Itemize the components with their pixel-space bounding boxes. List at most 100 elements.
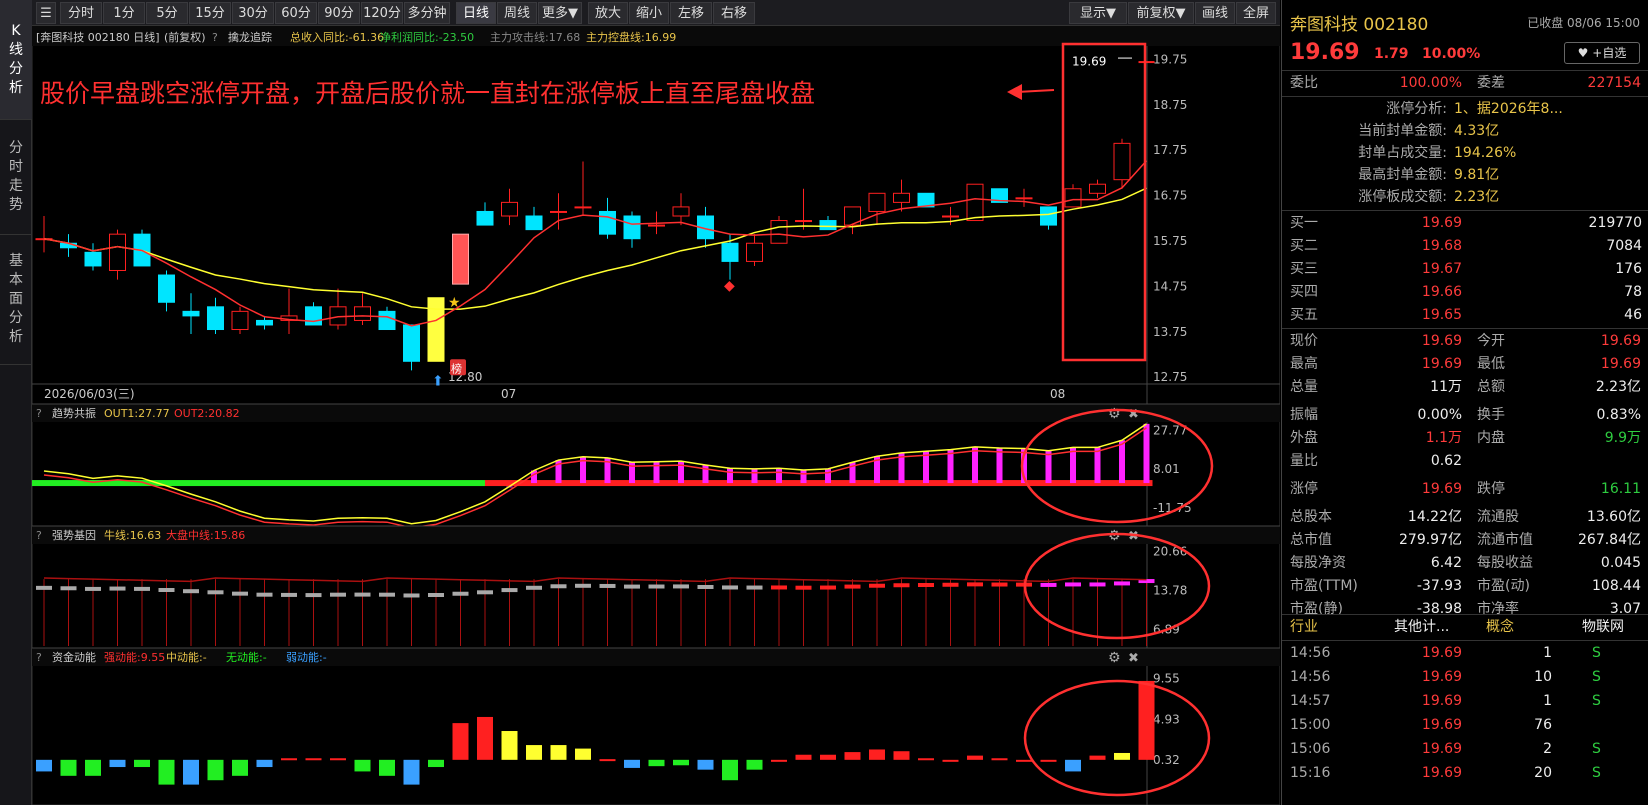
cell: 9.9万 bbox=[1604, 430, 1641, 446]
main-header-item: 主力攻击线:17.68 bbox=[490, 30, 580, 44]
cell: 0.00% bbox=[1417, 407, 1462, 423]
date-label: 2026/06/03(三) bbox=[44, 387, 135, 401]
sub2-bar bbox=[477, 590, 493, 595]
cell: 涨停 bbox=[1290, 481, 1318, 497]
candle-body bbox=[746, 242, 763, 262]
sub2-red-line bbox=[43, 577, 1147, 583]
candle-body bbox=[770, 220, 788, 244]
tab-char: 线 bbox=[9, 41, 23, 58]
sub2-label: 20.66 bbox=[1153, 545, 1187, 559]
sub3-header-item: 弱动能:- bbox=[286, 650, 327, 664]
cell: 19.68 bbox=[1421, 238, 1462, 254]
sub2-bar bbox=[256, 592, 273, 597]
cell: 外盘 bbox=[1290, 430, 1318, 446]
tab-char: 分 bbox=[9, 140, 23, 156]
toolbar-btn-8[interactable]: 多分钟 bbox=[404, 2, 450, 24]
main-header-item: 主力控盘线:16.99 bbox=[586, 30, 676, 44]
sub3-bar bbox=[893, 751, 910, 760]
annotation-arrowhead bbox=[1007, 84, 1022, 100]
toolbar-btn-9[interactable]: 日线 bbox=[456, 2, 496, 24]
candle-body bbox=[819, 220, 837, 231]
toolbar-btn-2[interactable]: 5分 bbox=[146, 2, 188, 24]
cell: 16.11 bbox=[1600, 481, 1641, 497]
side-tab-intraday[interactable]: 分时走势 bbox=[0, 120, 32, 235]
sub3-header-bg bbox=[32, 648, 1280, 666]
candle-body bbox=[501, 201, 518, 217]
toolbar-btn-15[interactable]: 右移 bbox=[713, 2, 755, 24]
sub3-bar bbox=[599, 759, 616, 762]
toolbar-btn-10[interactable]: 周线 bbox=[497, 2, 537, 24]
quote-title: 奔图科技 002180 bbox=[1290, 15, 1429, 35]
sidebar: K线分析 分时走势 基本面分析 bbox=[0, 0, 32, 805]
bid-row: 买二 19.68 7084 bbox=[1282, 235, 1648, 258]
toolbar-btn-1[interactable]: 1分 bbox=[103, 2, 145, 24]
main-header-item: ? bbox=[212, 31, 218, 44]
cell: -37.93 bbox=[1416, 578, 1462, 594]
sub2-bar bbox=[648, 584, 665, 589]
cell: 买四 bbox=[1290, 284, 1318, 300]
price-label: 12.75 bbox=[1153, 370, 1187, 384]
toolbar-btn-11[interactable]: 更多▼ bbox=[538, 2, 582, 24]
sub2-bar bbox=[158, 588, 175, 593]
toolbar-btn-13[interactable]: 缩小 bbox=[629, 2, 669, 24]
toolbar-right-btn-0[interactable]: 显示▼ bbox=[1069, 2, 1127, 24]
sub3-bar bbox=[85, 759, 101, 776]
cell: 0.62 bbox=[1430, 453, 1462, 469]
sub2-bar bbox=[379, 592, 395, 597]
sub3-bar bbox=[1065, 759, 1081, 772]
rocket-icon: ⬆ bbox=[432, 374, 444, 390]
tab-char: 面 bbox=[9, 291, 23, 307]
toolbar-right-btn-3[interactable]: 全屏 bbox=[1236, 2, 1276, 24]
cell: 最低 bbox=[1477, 356, 1505, 372]
bid-row: 买五 19.65 46 bbox=[1282, 304, 1648, 327]
toolbar-btn-12[interactable]: 放大 bbox=[588, 2, 628, 24]
price-label: 15.75 bbox=[1153, 234, 1187, 248]
sub2-bar bbox=[624, 584, 640, 589]
cell: 19.69 bbox=[1421, 717, 1462, 733]
add-watchlist-button[interactable]: ♥ +自选 bbox=[1564, 42, 1640, 64]
sub3-bar bbox=[869, 749, 885, 760]
cell: 封单占成交量: bbox=[1358, 145, 1447, 161]
cell: 19.69 bbox=[1421, 765, 1462, 781]
cell: 2 bbox=[1543, 741, 1552, 757]
sub3-bar bbox=[207, 759, 224, 781]
sub2-header-item: 牛线:16.63 bbox=[104, 528, 161, 542]
sub2-bar bbox=[1114, 581, 1130, 586]
toolbar-btn-4[interactable]: 30分 bbox=[232, 2, 274, 24]
toolbar-btn-5[interactable]: 60分 bbox=[275, 2, 317, 24]
side-tab-kline[interactable]: K线分析 bbox=[0, 0, 32, 120]
sub3-bar bbox=[134, 759, 150, 768]
cell: 涨停板成交额: bbox=[1358, 189, 1447, 205]
diamond-icon: ◆ bbox=[724, 278, 735, 294]
toolbar-btn-3[interactable]: 15分 bbox=[189, 2, 231, 24]
sub1-bar bbox=[776, 468, 782, 484]
candle-body bbox=[721, 242, 739, 262]
sub1-bar bbox=[702, 464, 709, 484]
side-tab-fundamental[interactable]: 基本面分析 bbox=[0, 235, 32, 365]
cell: S bbox=[1592, 645, 1601, 661]
tick-row: 15:16 19.69 20 S bbox=[1282, 762, 1648, 785]
toolbar-right-btn-1[interactable]: 前复权▼ bbox=[1128, 2, 1194, 24]
sub3-bar bbox=[1138, 680, 1155, 760]
limit-up-candle bbox=[452, 233, 469, 285]
sub2-bar bbox=[550, 584, 567, 589]
cell: 0.045 bbox=[1600, 555, 1641, 571]
sub2-bar bbox=[60, 586, 77, 591]
sub3-bar bbox=[673, 759, 689, 766]
menu-icon[interactable]: ☰ bbox=[36, 2, 56, 24]
cell: 78 bbox=[1624, 284, 1642, 300]
toolbar-right-btn-2[interactable]: 画线 bbox=[1195, 2, 1235, 24]
gear-icon: ⚙ bbox=[1108, 528, 1121, 544]
toolbar-btn-6[interactable]: 90分 bbox=[318, 2, 360, 24]
bang-label: 榜 bbox=[451, 361, 462, 375]
candle-body bbox=[207, 306, 224, 331]
sub3-bar bbox=[575, 748, 591, 760]
cell: 46 bbox=[1624, 307, 1642, 323]
toolbar-btn-14[interactable]: 左移 bbox=[670, 2, 712, 24]
stat-row: 外盘 1.1万 内盘 9.9万 bbox=[1282, 427, 1648, 450]
sub3-label: 0.32 bbox=[1153, 753, 1180, 767]
toolbar-btn-0[interactable]: 分时 bbox=[60, 2, 102, 24]
sub3-header-item: 资金动能 bbox=[52, 650, 96, 664]
toolbar-btn-7[interactable]: 120分 bbox=[361, 2, 403, 24]
cell: 当前封单金额: bbox=[1358, 123, 1447, 139]
